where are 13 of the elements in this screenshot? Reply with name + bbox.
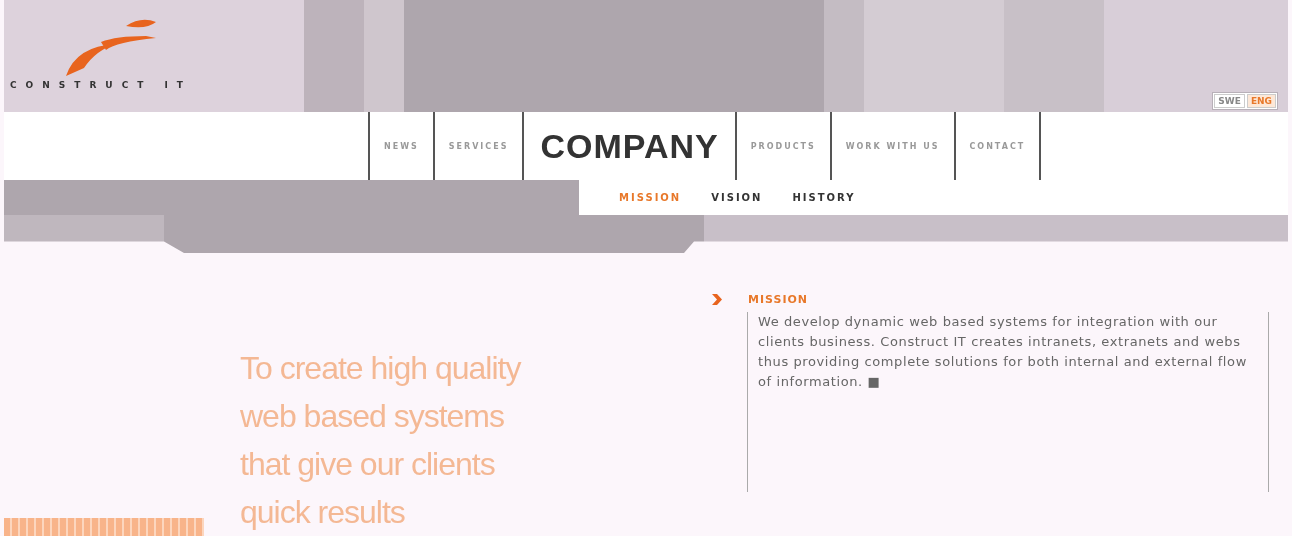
chevron-icon xyxy=(712,294,722,305)
tagline: To create high quality xyxy=(240,349,522,388)
subnav-link[interactable]: VISION xyxy=(711,192,763,203)
logo-text: CONSTRUCT IT xyxy=(10,80,193,90)
subnav-link[interactable]: HISTORY xyxy=(792,192,856,203)
subnav-link[interactable]: MISSION xyxy=(619,192,682,203)
tagline: quick results xyxy=(240,493,406,532)
tagline: that give our clients xyxy=(240,445,496,484)
section-heading: MISSION xyxy=(748,293,809,306)
mission-text: We develop dynamic web based systems for integration with our clients business. Construct IT creates intranets, extranets and webs thus providing complete solutions for both internal and external flow of information. ■ xyxy=(747,312,1269,492)
language-button[interactable]: SWE xyxy=(1214,94,1245,108)
language-button[interactable]: ENG xyxy=(1246,94,1276,108)
tagline: web based systems xyxy=(240,397,505,436)
